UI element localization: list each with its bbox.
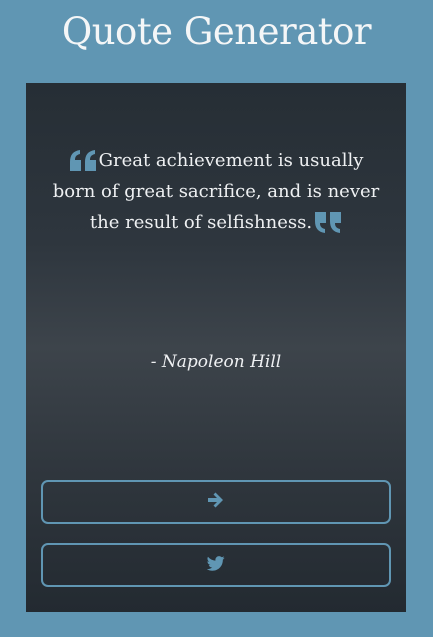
quote-text-block: Great achievement is usually born of gre… xyxy=(46,145,386,238)
app-title: Quote Generator xyxy=(61,10,372,53)
quote-author: - Napoleon Hill xyxy=(150,352,282,372)
quote-card: Great achievement is usually born of gre… xyxy=(26,83,406,612)
tweet-quote-button[interactable] xyxy=(41,543,391,587)
close-quote-icon xyxy=(312,211,342,235)
next-quote-button[interactable] xyxy=(41,480,391,524)
twitter-icon xyxy=(206,555,225,575)
open-quote-icon xyxy=(69,149,99,173)
arrow-right-icon xyxy=(207,492,225,512)
